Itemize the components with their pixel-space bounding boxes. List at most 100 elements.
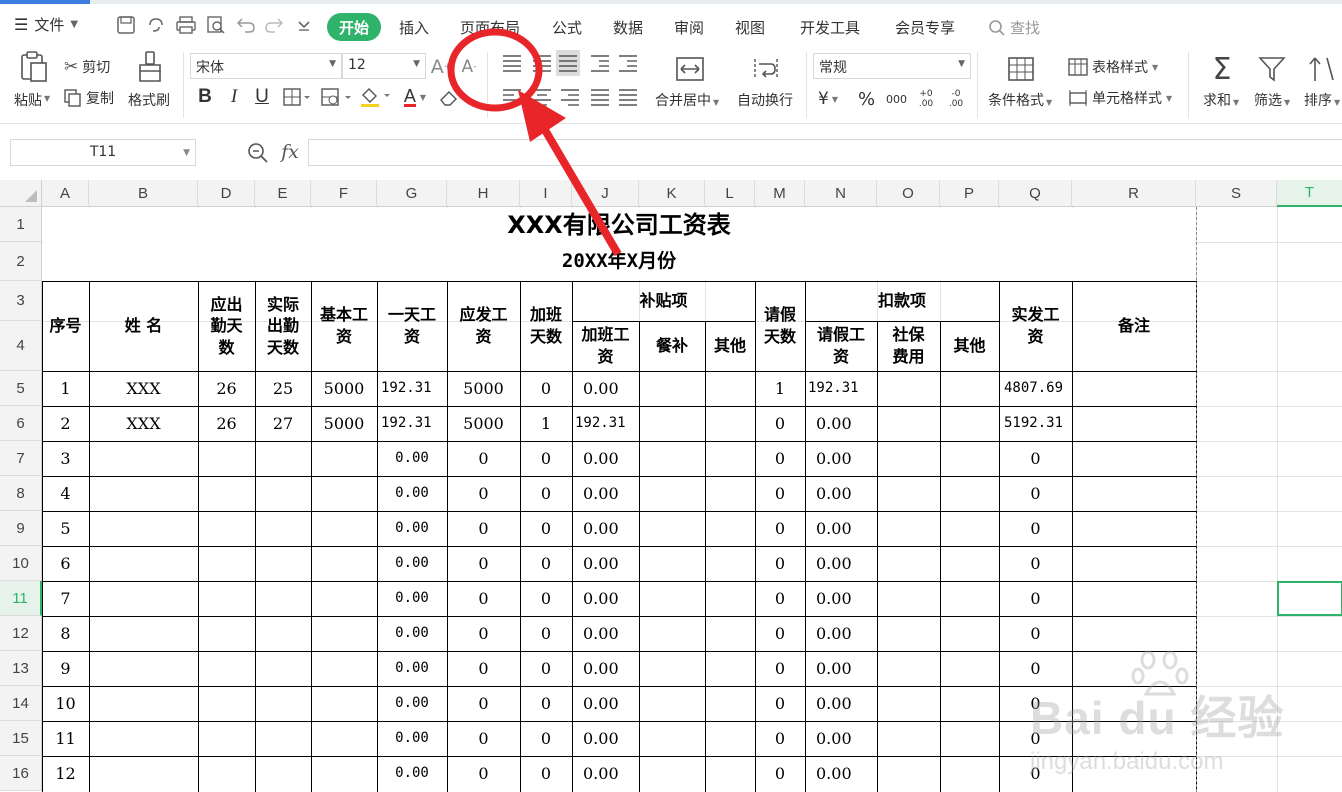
cell-base[interactable] — [312, 581, 376, 616]
cell-leave[interactable]: 0 — [756, 581, 804, 616]
cell-base[interactable] — [312, 476, 376, 511]
fill-color-button[interactable] — [358, 86, 392, 108]
cell-gross[interactable]: 0 — [448, 546, 519, 581]
cell-net[interactable]: 0 — [1000, 511, 1071, 546]
column-header-a[interactable]: A — [42, 180, 89, 207]
zoom-icon[interactable] — [246, 141, 270, 165]
cell-seq[interactable]: 11 — [43, 721, 88, 756]
border-button[interactable] — [282, 86, 312, 108]
cell-due[interactable] — [199, 581, 254, 616]
cell-ot-pay[interactable]: 0.00 — [573, 616, 638, 651]
column-header-p[interactable]: P — [940, 180, 999, 207]
cell-name[interactable] — [90, 476, 197, 511]
cell-base[interactable] — [312, 756, 376, 791]
cell-name[interactable] — [90, 756, 197, 791]
column-header-i[interactable]: I — [520, 180, 572, 207]
cell-gross[interactable]: 0 — [448, 721, 519, 756]
cell-ot[interactable]: 0 — [521, 441, 571, 476]
tab-insert[interactable]: 插入 — [399, 17, 429, 38]
cell-daily[interactable]: 0.00 — [378, 756, 446, 791]
cell-due[interactable] — [199, 441, 254, 476]
filter-icon[interactable] — [1256, 54, 1288, 84]
column-header-f[interactable]: F — [311, 180, 377, 207]
cell-ot-pay[interactable]: 0.00 — [573, 756, 638, 791]
cell-name[interactable]: XXX — [90, 371, 197, 406]
cell-ot[interactable]: 0 — [521, 756, 571, 791]
cell-base[interactable] — [312, 546, 376, 581]
column-header-h[interactable]: H — [447, 180, 520, 207]
cell-base[interactable]: 5000 — [312, 371, 376, 406]
cell-seq[interactable]: 10 — [43, 686, 88, 721]
cell-leave[interactable]: 0 — [756, 651, 804, 686]
cell-base[interactable] — [312, 721, 376, 756]
cell-daily[interactable]: 0.00 — [378, 511, 446, 546]
cell-ot-pay[interactable]: 0.00 — [573, 476, 638, 511]
cell-gross[interactable]: 0 — [448, 756, 519, 791]
cell-ot-pay[interactable]: 0.00 — [573, 441, 638, 476]
cell-ot[interactable]: 0 — [521, 686, 571, 721]
cell-leave-pay[interactable]: 0.00 — [806, 441, 876, 476]
cell-leave[interactable]: 0 — [756, 546, 804, 581]
cell-actual[interactable] — [256, 546, 310, 581]
cell-net[interactable]: 0 — [1000, 616, 1071, 651]
cell-seq[interactable]: 3 — [43, 441, 88, 476]
cell-fill-pattern-button[interactable] — [320, 86, 354, 108]
cell-actual[interactable]: 27 — [256, 406, 310, 441]
cell-leave-pay[interactable]: 0.00 — [806, 581, 876, 616]
tab-home[interactable]: 开始 — [327, 13, 381, 41]
cell-leave-pay[interactable]: 0.00 — [806, 756, 876, 791]
increase-indent-icon[interactable] — [616, 50, 640, 76]
font-color-button[interactable]: A ▼ — [398, 86, 432, 108]
cell-base[interactable] — [312, 616, 376, 651]
cell-due[interactable] — [199, 546, 254, 581]
cell-seq[interactable]: 8 — [43, 616, 88, 651]
tab-view[interactable]: 视图 — [735, 17, 765, 38]
cell-due[interactable]: 26 — [199, 406, 254, 441]
search-command[interactable]: 查找 — [988, 17, 1040, 38]
cell-daily[interactable]: 192.31 — [378, 371, 446, 406]
cell-leave-pay[interactable]: 0.00 — [806, 511, 876, 546]
merge-center-icon[interactable] — [672, 54, 708, 84]
number-format-select[interactable]: 常规 ▼ — [813, 53, 971, 79]
cell-name[interactable] — [90, 616, 197, 651]
merge-center-button[interactable]: 合并居中 ▼ — [655, 90, 719, 110]
bold-button[interactable]: B — [196, 86, 214, 108]
cell-leave[interactable]: 0 — [756, 476, 804, 511]
cell-leave-pay[interactable]: 0.00 — [806, 546, 876, 581]
cell-leave[interactable]: 0 — [756, 406, 804, 441]
cell-seq[interactable]: 7 — [43, 581, 88, 616]
align-middle-icon[interactable] — [530, 50, 554, 76]
cell-leave[interactable]: 1 — [756, 371, 804, 406]
font-size-select[interactable]: 12 ▼ — [342, 53, 426, 79]
conditional-format-button[interactable]: 条件格式 ▼ — [988, 90, 1052, 110]
cell-actual[interactable] — [256, 721, 310, 756]
cell-leave-pay[interactable]: 0.00 — [806, 651, 876, 686]
cell-seq[interactable]: 12 — [43, 756, 88, 791]
cell-ot[interactable]: 0 — [521, 371, 571, 406]
row-header-11[interactable]: 11 — [0, 581, 42, 616]
column-header-g[interactable]: G — [377, 180, 447, 207]
cell-ot-pay[interactable]: 0.00 — [573, 371, 638, 406]
row-header-12[interactable]: 12 — [0, 616, 42, 651]
sort-icon[interactable] — [1306, 54, 1340, 84]
align-top-icon[interactable] — [500, 50, 524, 76]
decrease-decimal-button[interactable]: -0 .00 — [944, 86, 968, 112]
cell-seq[interactable]: 9 — [43, 651, 88, 686]
tab-member[interactable]: 会员专享 — [895, 17, 955, 38]
cell-actual[interactable] — [256, 651, 310, 686]
cell-ot[interactable]: 1 — [521, 406, 571, 441]
column-header-d[interactable]: D — [198, 180, 255, 207]
wrap-text-button[interactable]: 自动换行 — [737, 90, 793, 110]
cell-leave-pay[interactable]: 0.00 — [806, 616, 876, 651]
filter-button[interactable]: 筛选 ▼ — [1254, 90, 1290, 110]
column-header-m[interactable]: M — [755, 180, 805, 207]
print-preview-icon[interactable] — [206, 15, 226, 35]
thousands-button[interactable]: 000 — [886, 88, 907, 110]
undo-icon[interactable] — [236, 15, 256, 35]
cell-ot-pay[interactable]: 0.00 — [573, 511, 638, 546]
justify-icon[interactable] — [588, 84, 612, 110]
cell-seq[interactable]: 6 — [43, 546, 88, 581]
cell-daily[interactable]: 0.00 — [378, 721, 446, 756]
cell-ot[interactable]: 0 — [521, 511, 571, 546]
cell-gross[interactable]: 0 — [448, 581, 519, 616]
